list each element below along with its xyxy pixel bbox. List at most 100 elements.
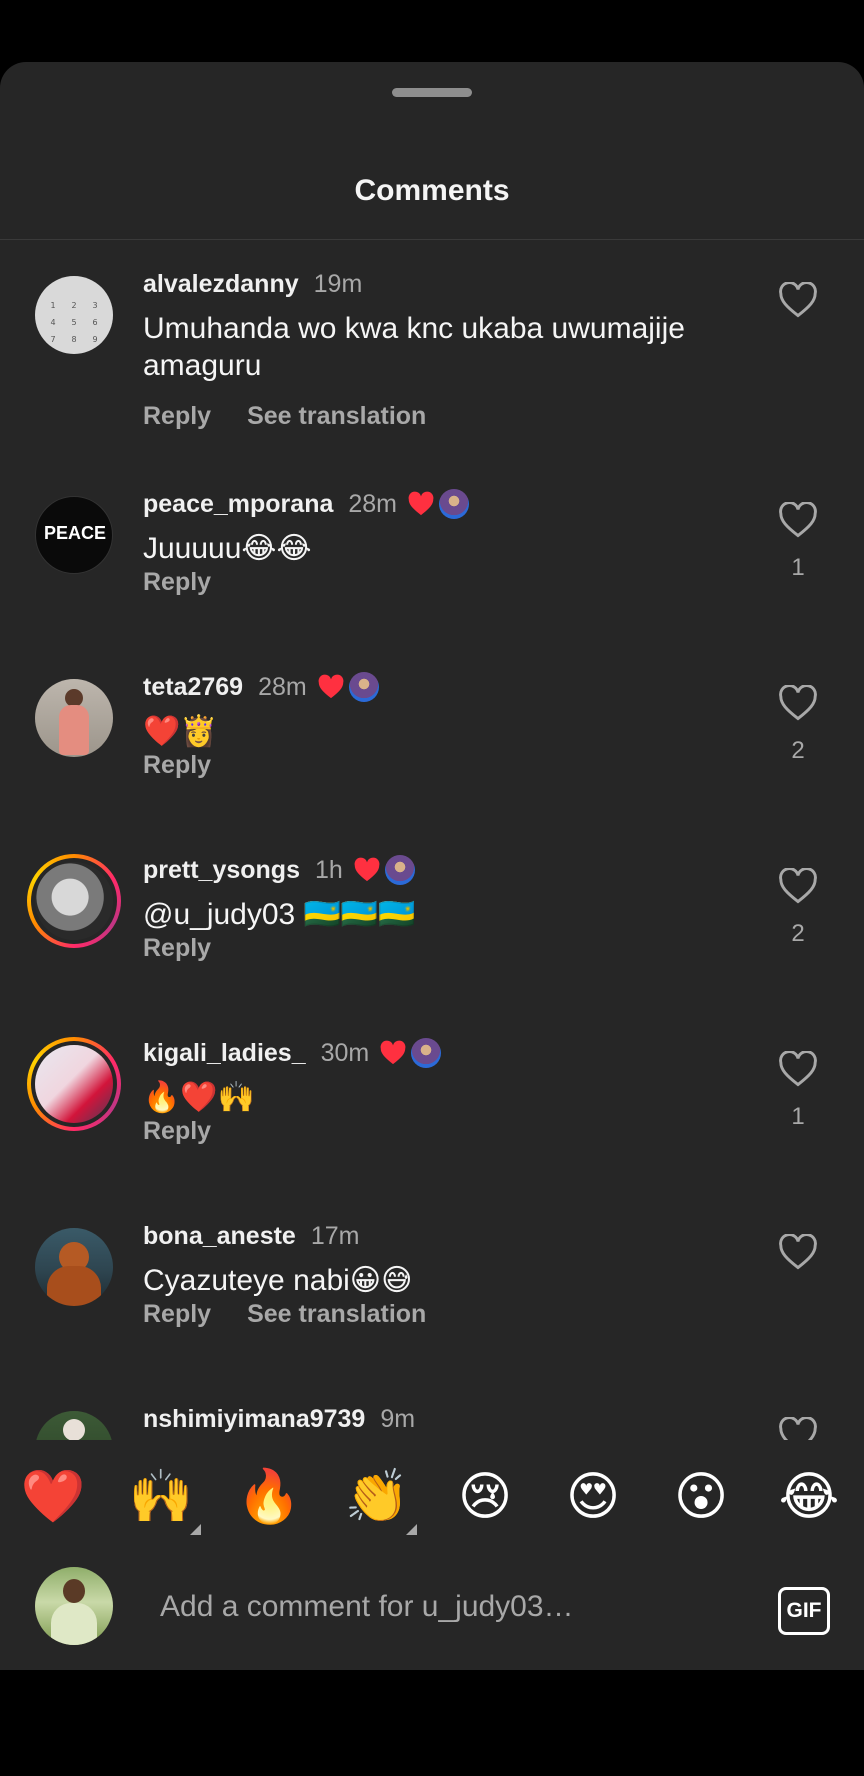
creator-avatar [348, 672, 379, 702]
keypad-avatar-image: 1 2 3 4 5 6 7 8 9 [50, 301, 97, 344]
comment-actions: Reply [143, 568, 211, 598]
comment-actions: Reply See translation [143, 1300, 426, 1330]
comment-item: prett_ysongs 1h @u_judy03 🇷🇼🇷🇼🇷🇼 Reply 2 [0, 826, 864, 1009]
comment-username[interactable]: alvalezdanny [143, 270, 299, 299]
svg-text:9: 9 [92, 335, 97, 344]
reaction-laughing[interactable]: 😂 [774, 1462, 844, 1532]
comment-item: teta2769 28m ❤️👸 Reply 2 [0, 643, 864, 826]
skin-tone-indicator-icon [406, 1524, 417, 1535]
comment-time: 28m [258, 672, 307, 701]
reaction-clapping[interactable]: 👏 [342, 1462, 412, 1532]
creator-avatar [384, 855, 415, 885]
reply-button[interactable]: Reply [143, 402, 211, 432]
reaction-heart-eyes[interactable]: 😍 [558, 1462, 628, 1532]
heart-outline-icon[interactable] [778, 1051, 818, 1087]
svg-text:8: 8 [71, 335, 76, 344]
comment-item: 1 2 3 4 5 6 7 8 9 alvalezdanny 19m Umuhanda wo… [0, 240, 864, 430]
quick-reactions-bar: ❤️ 🙌 🔥 👏 😢 😍 😮 😂 [0, 1440, 864, 1548]
avatar[interactable]: PEACE [35, 496, 113, 574]
avatar-text: PEACE [43, 523, 106, 543]
reply-button[interactable]: Reply [143, 1300, 211, 1330]
avatar[interactable] [35, 679, 113, 757]
comment-text: Umuhanda wo kwa knc ukaba uwumajije amag… [143, 312, 685, 382]
reaction-crying[interactable]: 😢 [450, 1462, 520, 1532]
comment-meta: prett_ysongs 1h [143, 854, 415, 886]
skin-tone-indicator-icon [190, 1524, 201, 1535]
comment-meta: alvalezdanny 19m [143, 268, 362, 300]
comments-list[interactable]: 123 456 789 alvalezdanny 19m Umuhanda wo… [0, 240, 864, 1510]
comment-username[interactable]: nshimiyimana9739 [143, 1405, 365, 1434]
comment-username[interactable]: teta2769 [143, 673, 243, 702]
heart-outline-icon[interactable] [778, 868, 818, 904]
creator-avatar [411, 1038, 442, 1068]
comment-text: Cyazuteye nabi😀😅 [143, 1264, 413, 1297]
svg-text:4: 4 [50, 318, 55, 327]
avatar[interactable] [35, 1228, 113, 1306]
heart-outline-icon[interactable] [778, 282, 818, 318]
sheet-title: Comments [354, 174, 510, 207]
comment-text: @u_judy03 🇷🇼🇷🇼🇷🇼 [143, 898, 416, 931]
avatar [35, 1045, 113, 1123]
reply-button[interactable]: Reply [143, 568, 211, 598]
comment-username[interactable]: bona_aneste [143, 1222, 296, 1251]
comment-text: ❤️👸 [143, 715, 218, 748]
comment-actions: Reply [143, 934, 211, 964]
comment-meta: nshimiyimana9739 9m [143, 1403, 415, 1435]
avatar [35, 862, 113, 940]
reply-button[interactable]: Reply [143, 751, 211, 781]
creator-avatar [439, 489, 470, 519]
comment-username[interactable]: peace_mporana [143, 490, 333, 519]
comment-time: 1h [314, 855, 343, 884]
avatar-story-ring[interactable] [27, 1037, 121, 1131]
comment-item: PEACE peace_mporana 28m Juuuuu😂😂 Reply 1 [0, 460, 864, 643]
heart-outline-icon[interactable] [778, 685, 818, 721]
svg-text:2: 2 [71, 301, 76, 310]
comment-input[interactable] [158, 1578, 742, 1636]
comment-username[interactable]: kigali_ladies_ [143, 1039, 306, 1068]
like-count: 1 [791, 1103, 805, 1130]
comment-meta: teta2769 28m [143, 671, 379, 703]
comment-composer: GIF [0, 1548, 864, 1670]
see-translation-button[interactable]: See translation [247, 1300, 426, 1330]
heart-outline-icon[interactable] [778, 502, 818, 538]
svg-text:3: 3 [92, 301, 97, 310]
comment-time: 9m [380, 1404, 416, 1433]
comment-text: Juuuuu😂😂 [143, 532, 312, 565]
comment-time: 30m [320, 1038, 370, 1067]
comment-meta: kigali_ladies_ 30m [143, 1037, 442, 1069]
reaction-raising-hands[interactable]: 🙌 [126, 1462, 196, 1532]
like-count: 2 [791, 737, 805, 764]
comment-time: 19m [313, 269, 363, 298]
comment-actions: Reply [143, 751, 211, 781]
reply-button[interactable]: Reply [143, 934, 211, 964]
comment-username[interactable]: prett_ysongs [143, 856, 300, 885]
like-count: 2 [791, 920, 805, 947]
svg-text:7: 7 [50, 335, 55, 344]
svg-text:6: 6 [92, 318, 97, 327]
current-user-avatar [35, 1567, 113, 1645]
creator-liked-heart-icon [354, 857, 380, 882]
creator-liked-heart-icon [408, 491, 434, 516]
reaction-fire[interactable]: 🔥 [234, 1462, 304, 1532]
comment-time: 28m [348, 489, 398, 518]
drag-handle[interactable] [392, 88, 472, 97]
see-translation-button[interactable]: See translation [247, 402, 426, 432]
creator-liked-heart-icon [318, 674, 344, 699]
comment-item: bona_aneste 17m Cyazuteye nabi😀😅 Reply S… [0, 1192, 864, 1375]
avatar[interactable]: 1 2 3 4 5 6 7 8 9 [35, 276, 113, 354]
reaction-heart[interactable]: ❤️ [18, 1462, 88, 1532]
comment-text: 🔥❤️🙌 [143, 1081, 256, 1114]
reply-button[interactable]: Reply [143, 1117, 211, 1147]
svg-text:1: 1 [50, 301, 55, 310]
comment-actions: Reply [143, 1117, 211, 1147]
comment-time: 17m [310, 1221, 360, 1250]
comment-meta: bona_aneste 17m [143, 1220, 359, 1252]
like-count: 1 [791, 554, 805, 581]
avatar-story-ring[interactable] [27, 854, 121, 948]
gif-button[interactable]: GIF [778, 1587, 830, 1635]
creator-liked-heart-icon [380, 1040, 406, 1065]
comment-actions: Reply See translation [143, 402, 426, 432]
reaction-surprised[interactable]: 😮 [666, 1462, 736, 1532]
comment-meta: peace_mporana 28m [143, 488, 470, 520]
heart-outline-icon[interactable] [778, 1234, 818, 1270]
